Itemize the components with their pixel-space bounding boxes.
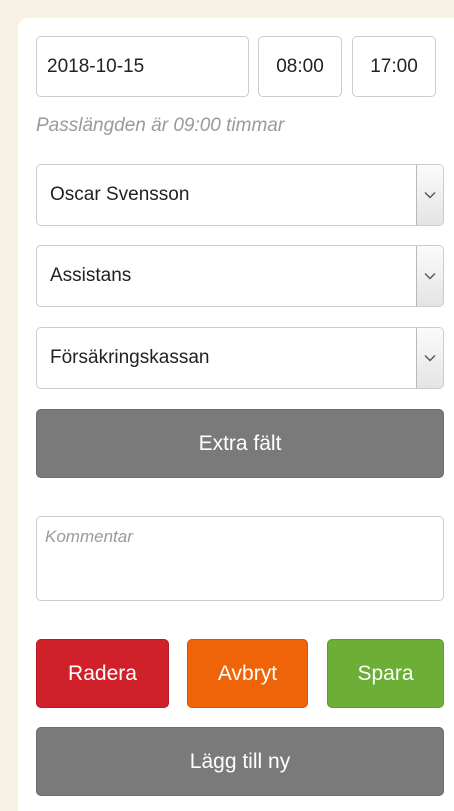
extra-fields-button[interactable]: Extra fält [36, 409, 444, 478]
type-select-value: Assistans [50, 265, 132, 286]
cancel-button[interactable]: Avbryt [187, 639, 308, 708]
end-time-input[interactable]: 17:00 [352, 36, 436, 97]
payer-select[interactable]: Försäkringskassan [36, 327, 444, 389]
date-value: 2018-10-15 [47, 55, 145, 77]
add-new-button[interactable]: Lägg till ny [36, 727, 444, 796]
person-select-value: Oscar Svensson [50, 184, 190, 205]
shift-form-panel: 2018-10-15 08:00 17:00 Passlängden är 09… [18, 18, 454, 811]
start-time-input[interactable]: 08:00 [258, 36, 342, 97]
person-select[interactable]: Oscar Svensson [36, 164, 444, 226]
delete-button[interactable]: Radera [36, 639, 169, 708]
shift-length-hint: Passlängden är 09:00 timmar [36, 115, 285, 136]
comment-textarea[interactable]: Kommentar [36, 516, 444, 601]
date-input[interactable]: 2018-10-15 [36, 36, 249, 97]
end-time-value: 17:00 [370, 55, 418, 77]
start-time-value: 08:00 [276, 55, 324, 77]
type-select[interactable]: Assistans [36, 245, 444, 307]
chevron-down-icon [416, 165, 443, 225]
chevron-down-icon [416, 246, 443, 306]
chevron-down-icon [416, 328, 443, 388]
comment-placeholder: Kommentar [45, 527, 133, 546]
save-button[interactable]: Spara [327, 639, 444, 708]
payer-select-value: Försäkringskassan [50, 347, 210, 368]
